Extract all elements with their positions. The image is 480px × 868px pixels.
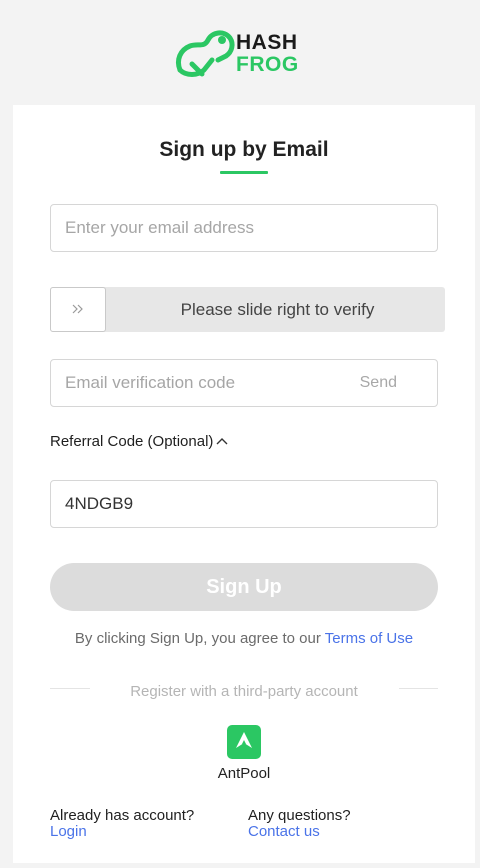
antpool-button[interactable]: [227, 725, 261, 759]
email-input[interactable]: [65, 218, 437, 238]
account-question: Already has account?: [50, 807, 195, 824]
chevron-up-icon: [215, 435, 229, 449]
contact-link[interactable]: Contact us: [248, 824, 351, 840]
verification-code-input[interactable]: [65, 373, 335, 393]
frog-icon: [175, 30, 235, 77]
login-prompt: Already has account? Login: [50, 808, 194, 840]
verification-code-field[interactable]: Send: [50, 359, 438, 407]
slider-handle[interactable]: [50, 287, 106, 332]
login-link[interactable]: Login: [50, 824, 194, 840]
referral-code-field[interactable]: [50, 480, 438, 528]
slide-verify[interactable]: Please slide right to verify: [50, 287, 445, 332]
referral-label: Referral Code (Optional): [50, 433, 214, 450]
page-title: Sign up by Email: [159, 138, 329, 161]
terms-text: By clicking Sign Up, you agree to our: [74, 630, 325, 647]
slider-text: Please slide right to verify: [180, 300, 375, 319]
referral-toggle[interactable]: Referral Code (Optional): [50, 433, 229, 450]
email-field[interactable]: [50, 204, 438, 252]
brand-logo: HASH FROG: [172, 26, 322, 82]
double-chevron-right-icon: [71, 302, 85, 318]
sign-up-button[interactable]: Sign Up: [50, 563, 438, 611]
antpool-label: AntPool: [217, 765, 271, 782]
send-code-button[interactable]: Send: [360, 374, 397, 392]
divider-right: [399, 688, 438, 689]
third-party-divider-text: Register with a third-party account: [130, 683, 358, 700]
antpool-icon: [234, 730, 254, 755]
help-prompt: Any questions? Contact us: [248, 808, 351, 840]
terms-notice: By clicking Sign Up, you agree to our Te…: [13, 630, 475, 647]
terms-link[interactable]: Terms of Use: [325, 630, 413, 647]
referral-code-input[interactable]: [65, 494, 437, 514]
help-question: Any questions?: [248, 807, 351, 824]
title-underline: [220, 171, 268, 174]
brand-name-line1: HASH: [236, 31, 298, 54]
brand-name-line2: FROG: [236, 53, 299, 76]
signup-card: Sign up by Email Please slide right to v…: [13, 105, 475, 863]
